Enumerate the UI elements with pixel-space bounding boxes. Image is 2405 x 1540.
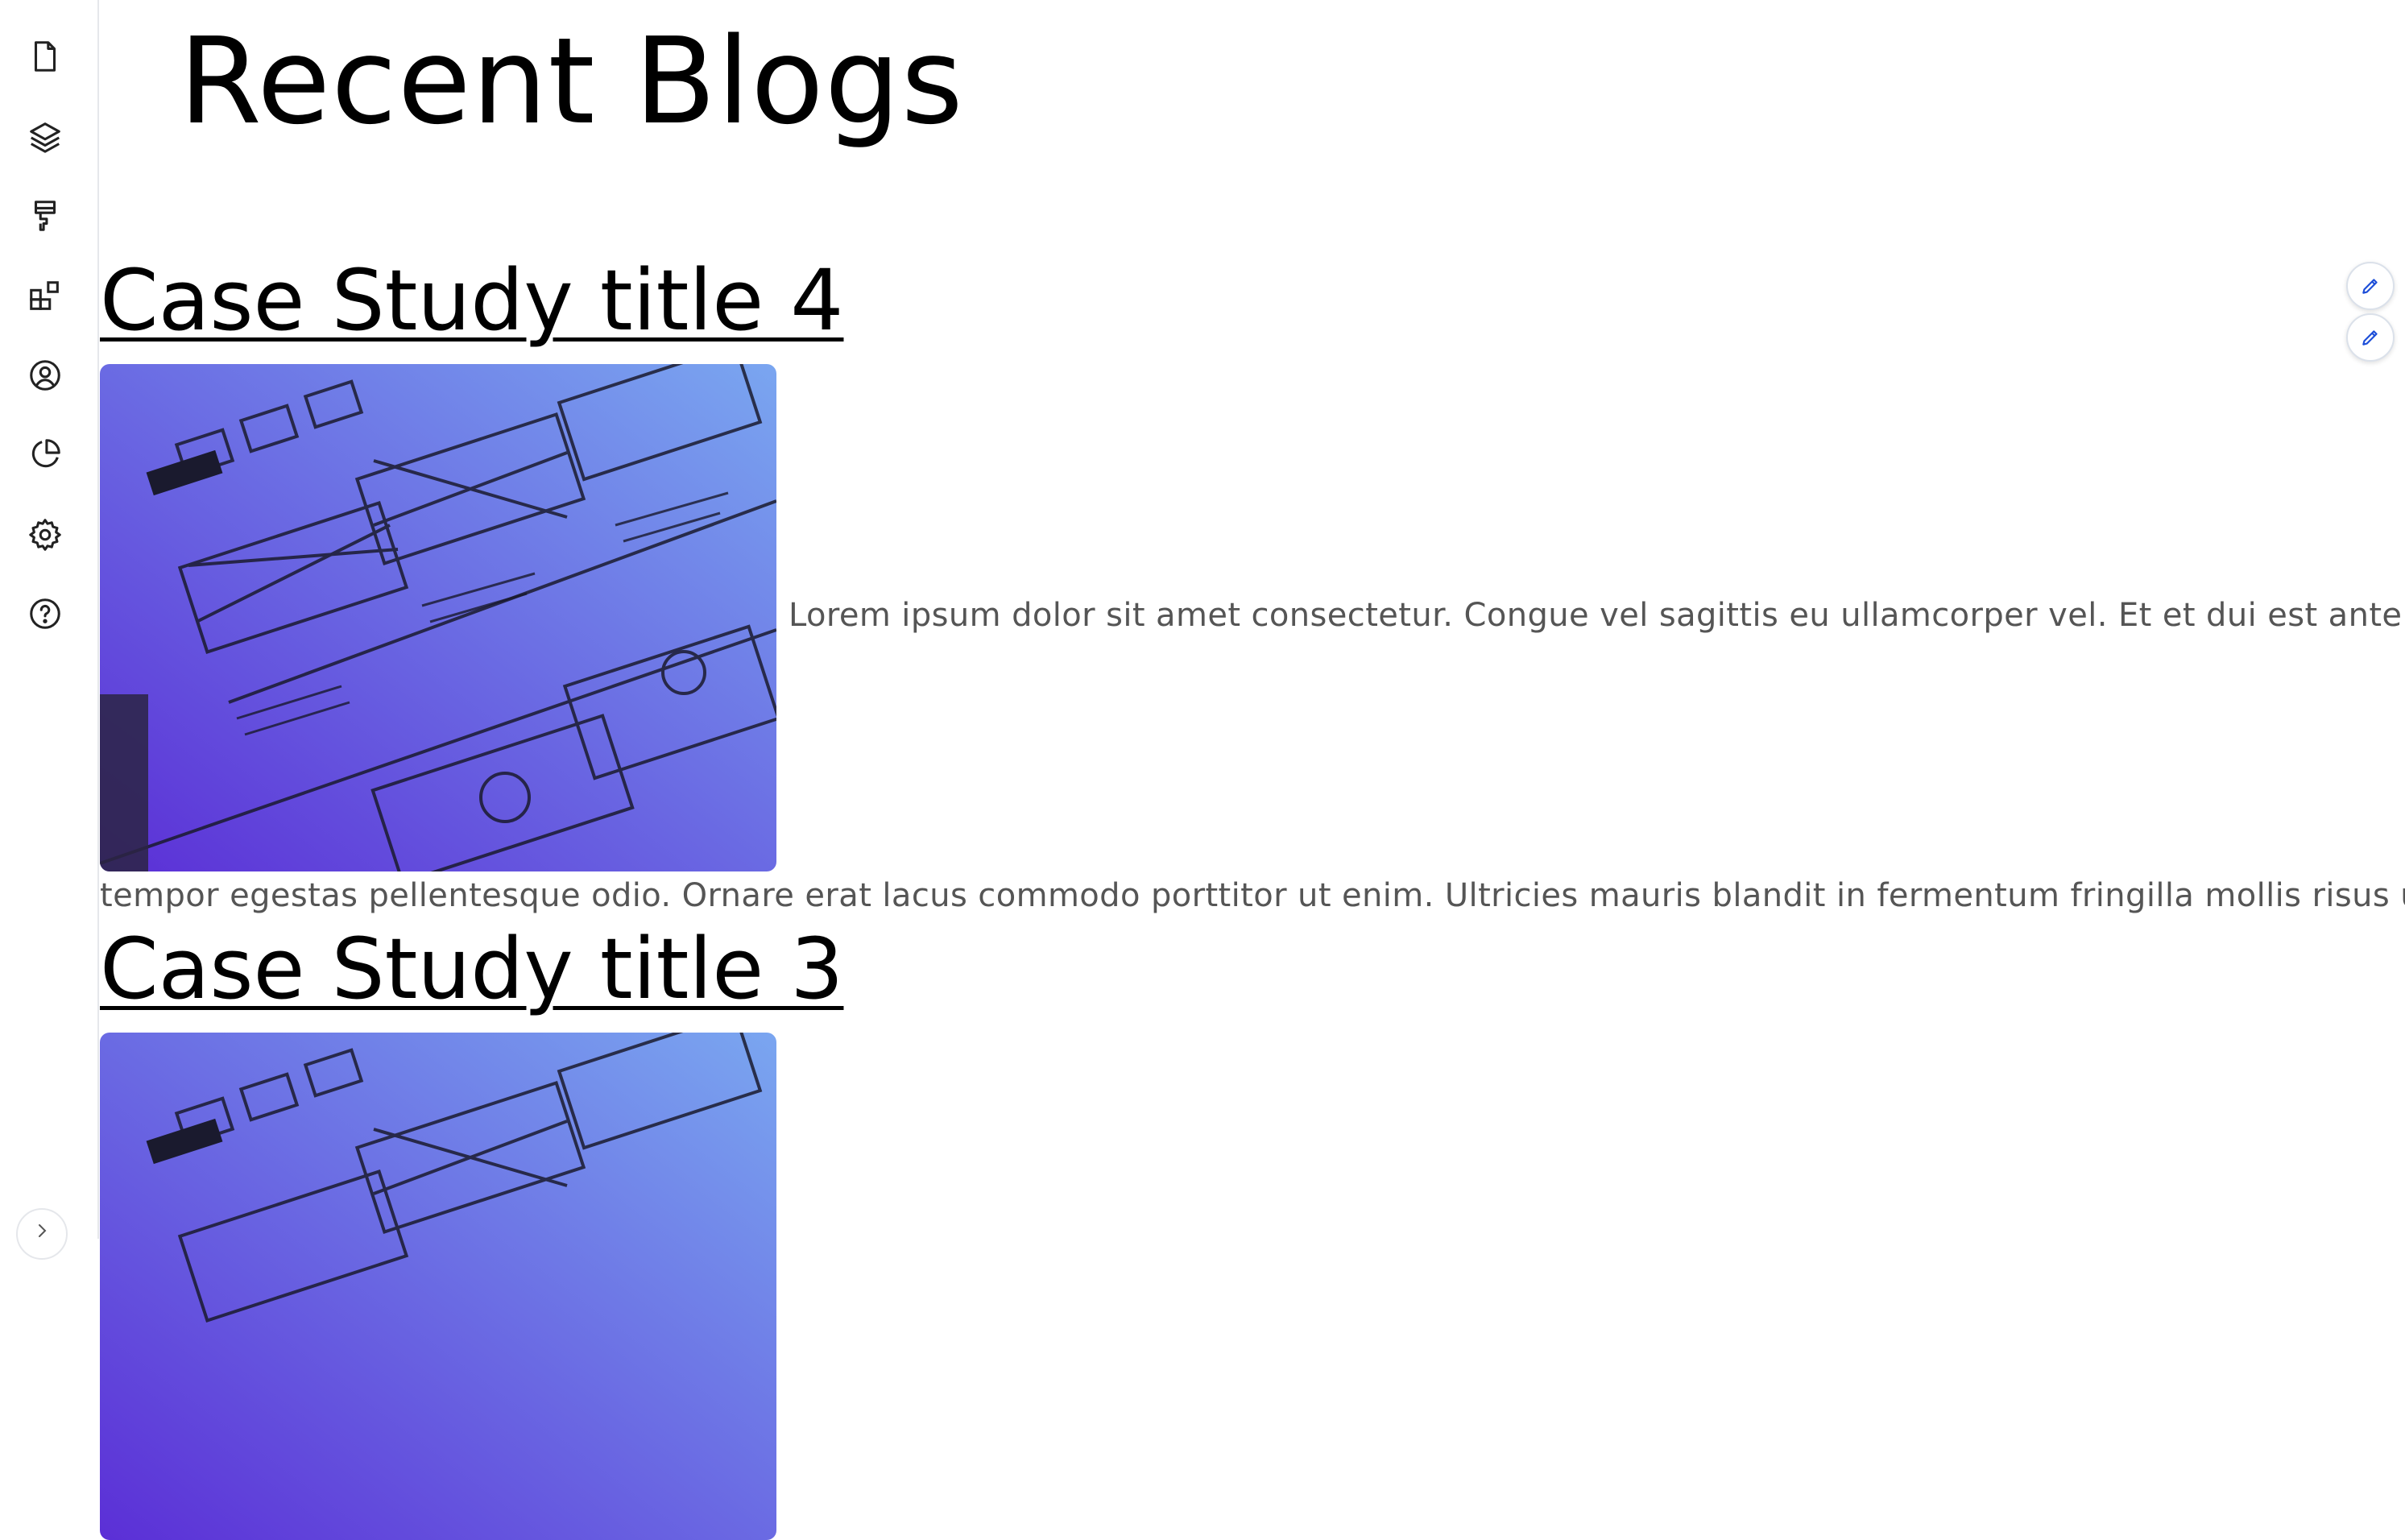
- gear-icon[interactable]: [26, 515, 64, 554]
- paint-brush-icon[interactable]: [26, 197, 64, 235]
- edit-button[interactable]: [2346, 313, 2395, 362]
- post-excerpt: tempor egestas pellentesque odio. Ornare…: [100, 877, 2405, 914]
- post-thumbnail[interactable]: [100, 364, 776, 871]
- edit-button[interactable]: [2346, 262, 2395, 310]
- widgets-icon[interactable]: [26, 277, 64, 316]
- chevron-right-icon: [39, 1224, 47, 1237]
- user-circle-icon[interactable]: [26, 356, 64, 395]
- main-content: Recent Blogs Case Study title 4 Lorem ip…: [100, 0, 2405, 1540]
- pie-chart-icon[interactable]: [26, 435, 64, 474]
- help-circle-icon[interactable]: [26, 594, 64, 633]
- page-title: Recent Blogs: [179, 12, 964, 151]
- post-title-link[interactable]: Case Study title 3: [100, 917, 843, 1021]
- pencil-icon: [2362, 279, 2378, 294]
- post-title-link[interactable]: Case Study title 4: [100, 248, 843, 353]
- sidebar: [0, 0, 99, 1260]
- post-excerpt: Lorem ipsum dolor sit amet consectetur. …: [789, 597, 2403, 634]
- layers-icon[interactable]: [26, 117, 64, 155]
- pencil-icon: [2362, 330, 2378, 346]
- expand-sidebar-button[interactable]: [16, 1208, 68, 1260]
- file-icon[interactable]: [26, 37, 64, 76]
- post-thumbnail[interactable]: [100, 1033, 776, 1540]
